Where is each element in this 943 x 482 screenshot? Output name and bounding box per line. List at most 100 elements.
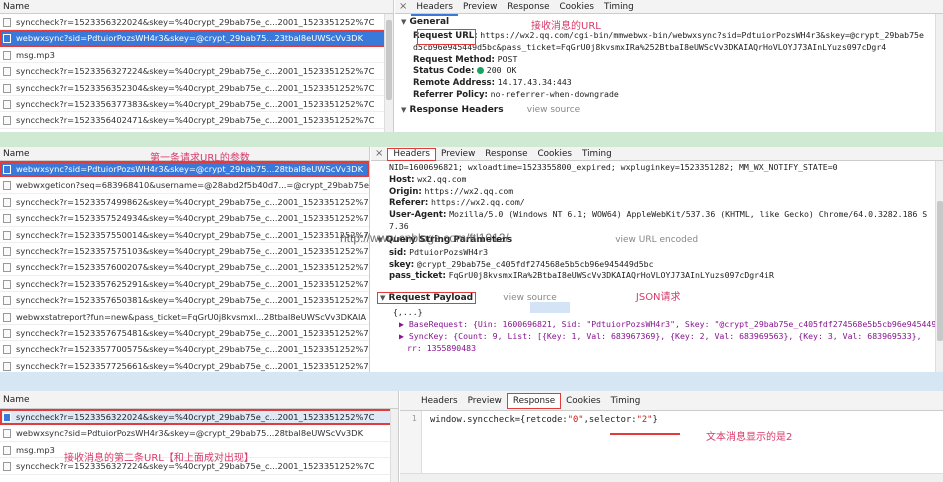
tab-headers[interactable]: Headers: [387, 148, 437, 161]
code-selector-value: "2": [636, 415, 653, 425]
code-retcode-value: "0": [567, 415, 584, 425]
list-scrollbar[interactable]: [390, 409, 398, 482]
file-icon: [3, 230, 11, 240]
tab-cookies[interactable]: Cookies: [533, 147, 577, 161]
tab-headers[interactable]: Headers: [411, 0, 459, 16]
tab-preview[interactable]: Preview: [458, 0, 502, 14]
tab-cookies[interactable]: Cookies: [561, 391, 605, 411]
pass-ticket-value: FqGrU0j8kvsmxIRa%2BtbaI8eUWScVv3DKAIAQrH…: [448, 270, 774, 281]
referer-key: Referer:: [389, 198, 429, 209]
json-sync-key[interactable]: ▶ SyncKey: {Count: 9, List: [{Key: 1, Va…: [399, 331, 922, 341]
scrollbar-thumb[interactable]: [937, 201, 943, 341]
line-number: 1: [411, 414, 417, 423]
details-tabs: × Headers Preview Response Cookies Timing: [395, 0, 943, 16]
tab-preview[interactable]: Preview: [463, 391, 507, 411]
request-row[interactable]: synccheck?r=1523357575103&skey=%40crypt_…: [0, 243, 369, 260]
origin-value: https://wx2.qq.com: [424, 185, 514, 196]
devtools-panel-1: Name synccheck?r=1523356322024&skey=%40c…: [0, 0, 943, 132]
annotation-second-url: 接收消息的第二条URL【和上面成对出现】: [64, 453, 254, 464]
file-icon: [3, 279, 11, 289]
annotation-selector-result: 文本消息显示的是2: [706, 432, 793, 443]
tab-timing[interactable]: Timing: [577, 147, 617, 161]
file-icon: [3, 18, 11, 27]
separator: [0, 132, 943, 147]
horizontal-scrollbar[interactable]: [400, 473, 943, 482]
file-icon: [3, 413, 11, 422]
general-section[interactable]: ▼ General: [395, 14, 943, 27]
referer-value: https://wx2.qq.com/: [431, 197, 525, 208]
file-icon: [3, 99, 11, 109]
list-scrollbar[interactable]: [384, 14, 393, 132]
sid-key: sid:: [389, 247, 407, 258]
details-pane: Headers Preview Response Cookies Timing 1 wi…: [400, 391, 943, 482]
request-row[interactable]: msg.mp3: [0, 47, 393, 64]
details-pane: × Headers Preview Response Cookies Timing NID…: [371, 147, 943, 372]
name-column-header[interactable]: Name: [0, 0, 393, 14]
request-row-selected[interactable]: synccheck?r=1523356322024&skey=%40crypt_…: [0, 409, 398, 426]
user-agent-key: User-Agent:: [389, 210, 447, 221]
file-icon: [3, 429, 11, 439]
file-icon: [3, 246, 11, 256]
request-row[interactable]: synccheck?r=1523356327224&skey=%40crypt_…: [0, 63, 393, 80]
referrer-policy-key: Referrer Policy:: [413, 89, 488, 100]
request-row[interactable]: webwxstatreport?fun=new&pass_ticket=FqGr…: [0, 309, 369, 325]
request-row[interactable]: synccheck?r=1523356402471&skey=%40crypt_…: [0, 112, 393, 129]
tab-headers[interactable]: Headers: [416, 391, 463, 411]
tab-response[interactable]: Response: [506, 393, 562, 409]
referrer-policy-value: no-referrer-when-downgrade: [490, 88, 619, 99]
response-headers-section[interactable]: ▼ Response Headers view source: [395, 101, 943, 115]
request-row[interactable]: synccheck?r=1523357524934&skey=%40crypt_…: [0, 210, 369, 227]
name-column-header[interactable]: Name: [0, 391, 398, 409]
tab-timing[interactable]: Timing: [599, 0, 639, 14]
request-row[interactable]: webwxgeticon?seq=683968410&username=@28a…: [0, 177, 369, 194]
json-rr: rr: 1355890483: [407, 342, 477, 353]
tab-cookies[interactable]: Cookies: [555, 0, 599, 14]
request-row-selected[interactable]: webwxsync?sid=PdtuiorPozsWH4r3&skey=@cry…: [0, 30, 393, 47]
file-icon: [3, 214, 11, 224]
file-icon: [3, 328, 11, 338]
request-row[interactable]: synccheck?r=1523357550014&skey=%40crypt_…: [0, 227, 369, 243]
details-tabs: Headers Preview Response Cookies Timing: [400, 391, 943, 411]
view-source-link[interactable]: view source: [527, 105, 580, 115]
details-scrollbar[interactable]: [935, 161, 943, 372]
request-row[interactable]: synccheck?r=1523357499862&skey=%40crypt_…: [0, 194, 369, 211]
file-icon: [3, 67, 11, 77]
file-icon: [3, 312, 11, 322]
close-icon[interactable]: ×: [395, 0, 411, 14]
line-number-gutter: 1: [400, 411, 422, 482]
devtools-panel-3: Name synccheck?r=1523356322024&skey=%40c…: [0, 391, 943, 482]
scrollbar-thumb[interactable]: [386, 20, 392, 100]
file-icon: [3, 361, 11, 371]
file-icon: [3, 445, 11, 455]
annotation-underline: [610, 433, 680, 435]
tab-timing[interactable]: Timing: [606, 391, 646, 411]
separator: [0, 372, 943, 391]
file-icon: [3, 165, 11, 174]
details-tabs: × Headers Preview Response Cookies Timing: [371, 147, 943, 161]
request-row[interactable]: synccheck?r=1523357725661&skey=%40crypt_…: [0, 358, 369, 372]
json-root[interactable]: {,...}: [393, 307, 423, 317]
request-row[interactable]: synccheck?r=1523357600207&skey=%40crypt_…: [0, 259, 369, 276]
origin-key: Origin:: [389, 186, 422, 197]
view-url-encoded-link[interactable]: view URL encoded: [615, 235, 698, 245]
close-icon[interactable]: ×: [371, 147, 387, 161]
request-row[interactable]: synccheck?r=1523357675481&skey=%40crypt_…: [0, 325, 369, 342]
sid-value: PdtuiorPozsWH4r3: [409, 246, 489, 257]
file-icon: [3, 34, 11, 44]
tab-preview[interactable]: Preview: [436, 147, 480, 161]
tab-response[interactable]: Response: [480, 147, 532, 161]
details-scrollbar[interactable]: [935, 14, 943, 132]
json-base-request[interactable]: ▶ BaseRequest: {Uin: 1600696821, Sid: "P…: [399, 319, 936, 329]
user-agent-value-cont: 7.36: [389, 220, 409, 231]
request-row[interactable]: synccheck?r=1523357700575&skey=%40crypt_…: [0, 341, 369, 358]
file-icon: [3, 263, 11, 273]
request-payload-section[interactable]: ▼ Request Payload view source JSON请求: [371, 282, 943, 305]
request-row[interactable]: synccheck?r=1523357625291&skey=%40crypt_…: [0, 276, 369, 293]
request-row[interactable]: webwxsync?sid=PdtuiorPozsWH4r3&skey=@cry…: [0, 425, 398, 442]
request-row[interactable]: synccheck?r=1523357650381&skey=%40crypt_…: [0, 292, 369, 309]
request-row[interactable]: synccheck?r=1523356322024&skey=%40crypt_…: [0, 14, 393, 31]
request-row[interactable]: synccheck?r=1523356377383&skey=%40crypt_…: [0, 96, 393, 113]
tab-response[interactable]: Response: [502, 0, 554, 14]
file-icon: [3, 181, 11, 191]
request-row[interactable]: synccheck?r=1523356352304&skey=%40crypt_…: [0, 80, 393, 96]
